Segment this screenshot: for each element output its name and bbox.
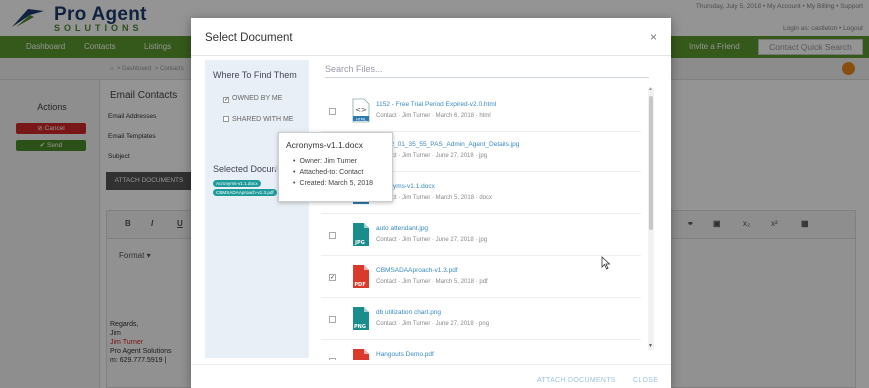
file-pdf-icon: PDF — [353, 265, 369, 288]
svg-text:JPG: JPG — [354, 240, 365, 246]
file-checkbox[interactable] — [329, 232, 336, 239]
tooltip-attached: Attached-to: Contact — [293, 167, 373, 178]
modal-footer: ATTACH DOCUMENTS CLOSE — [191, 364, 671, 388]
file-meta: Contact · Jim Turner · June 27, 2018 · p… — [376, 321, 490, 327]
tooltip-created: Created: March 5, 2018 — [293, 178, 373, 189]
search-files-input[interactable]: Search Files... — [325, 62, 649, 78]
file-name[interactable]: 1152 - Free Trial Period Expired-v2.0.ht… — [376, 101, 496, 108]
file-list: <> HTML 1152 - Free Trial Period Expired-v… — [321, 84, 647, 360]
attach-documents-confirm-button[interactable]: ATTACH DOCUMENTS — [537, 377, 616, 384]
owned-by-me-label: OWNED BY ME — [232, 95, 283, 102]
owned-by-me-option[interactable]: ✓ OWNED BY ME — [223, 95, 282, 103]
file-name[interactable]: auto attendant.jpg — [376, 225, 428, 232]
svg-text:<>: <> — [355, 106, 367, 114]
tooltip-arrow — [273, 163, 279, 173]
file-checkbox[interactable]: ✓ — [329, 274, 336, 281]
file-checkbox[interactable] — [329, 358, 336, 360]
tooltip-owner: Owner: Jim Turner — [293, 156, 373, 167]
checkbox-icon[interactable] — [223, 116, 229, 122]
modal-divider — [191, 55, 671, 56]
file-row[interactable]: JPG auto attendant.jpg Contact · Jim Turne… — [321, 216, 641, 256]
select-document-modal: Select Document × Where To Find Them ✓ OW… — [191, 18, 671, 388]
selected-pill[interactable]: Acronyms-v1.1.docx — [213, 180, 261, 187]
shared-with-me-option[interactable]: SHARED WITH ME — [223, 116, 293, 123]
file-name[interactable]: 35_22_01_35_55_PAS_Admin_Agent_Details.j… — [376, 141, 519, 148]
scrollbar-thumb[interactable] — [649, 96, 653, 230]
file-checkbox[interactable] — [329, 108, 336, 115]
file-png-icon: PNG — [353, 307, 369, 330]
close-icon[interactable]: × — [650, 30, 657, 44]
tooltip-title: Acronyms-v1.1.docx — [286, 140, 363, 150]
file-meta: Contact · Jim Turner · March 5, 2018 · d… — [376, 195, 493, 201]
file-tooltip: Acronyms-v1.1.docx Owner: Jim Turner Att… — [273, 132, 393, 202]
file-row[interactable]: PNG db utilization chart.png Contact · Jim… — [321, 300, 641, 340]
file-meta: Contact · Jim Turner · June 27, 2018 · j… — [376, 237, 488, 243]
file-row[interactable]: <> HTML 1152 - Free Trial Period Expired-v… — [321, 92, 641, 132]
tooltip-details: Owner: Jim Turner Attached-to: Contact C… — [293, 156, 373, 189]
modal-title: Select Document — [205, 32, 293, 44]
file-name[interactable]: CBMSADAAproach-v1.3.pdf — [376, 267, 458, 274]
file-row[interactable]: PDFHangouts Demo.pdfContact · Jim Turner… — [321, 342, 641, 360]
close-button[interactable]: CLOSE — [633, 377, 658, 384]
shared-with-me-label: SHARED WITH ME — [232, 116, 294, 123]
scroll-up-icon[interactable]: ▲ — [648, 86, 653, 92]
file-meta: Contact · Jim Turner · March 6, 2018 · h… — [376, 113, 491, 119]
file-pdf-icon: PDF — [353, 349, 369, 360]
checkbox-icon[interactable]: ✓ — [223, 97, 229, 103]
svg-text:PNG: PNG — [354, 324, 366, 330]
scroll-down-icon[interactable]: ▼ — [648, 343, 653, 349]
where-to-find-title: Where To Find Them — [213, 70, 297, 80]
svg-text:HTML: HTML — [356, 117, 366, 121]
file-html-icon: <> HTML — [352, 98, 370, 123]
file-jpg-icon: JPG — [353, 223, 369, 246]
cursor-icon — [601, 256, 611, 270]
selected-pill[interactable]: CBMSADAAproach-v1.3.pdf — [213, 189, 277, 196]
filter-panel: Where To Find Them ✓ OWNED BY ME SHARED W… — [205, 60, 309, 358]
file-name[interactable]: db utilization chart.png — [376, 309, 441, 316]
file-checkbox[interactable] — [329, 316, 336, 323]
svg-text:PDF: PDF — [354, 282, 365, 288]
file-name[interactable]: Hangouts Demo.pdf — [376, 351, 434, 358]
file-meta: Contact · Jim Turner · March 5, 2018 · p… — [376, 279, 488, 285]
file-row[interactable]: ✓ PDF CBMSADAAproach-v1.3.pdf Contact · Jim… — [321, 258, 641, 298]
